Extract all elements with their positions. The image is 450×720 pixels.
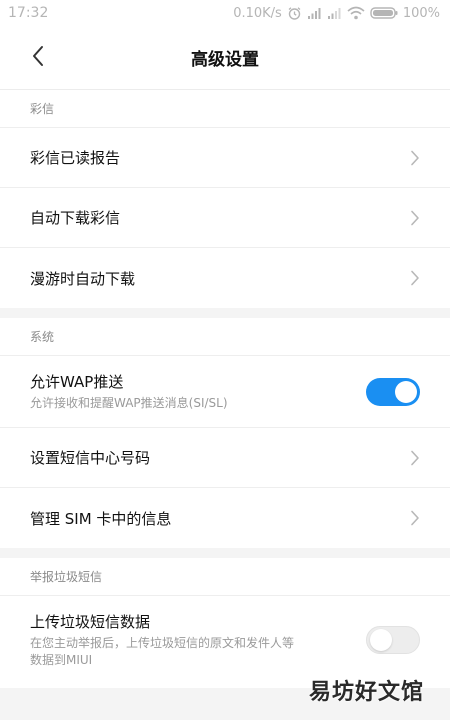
back-button[interactable] <box>24 44 52 72</box>
header: 高级设置 <box>0 26 450 90</box>
sms-center-number-item[interactable]: 设置短信中心号码 <box>0 428 450 488</box>
chevron-right-icon <box>410 270 420 290</box>
network-speed: 0.10K/s <box>233 5 282 21</box>
mms-auto-download-item[interactable]: 自动下载彩信 <box>0 188 450 248</box>
mms-roaming-download-item[interactable]: 漫游时自动下载 <box>0 248 450 308</box>
item-label: 上传垃圾短信数据 <box>30 613 151 631</box>
section-label-spam: 举报垃圾短信 <box>0 558 450 596</box>
item-label: 设置短信中心号码 <box>30 449 151 467</box>
item-description: 在您主动举报后，上传垃圾短信的原文和发件人等数据到MIUI <box>30 636 295 667</box>
chevron-right-icon <box>410 150 420 170</box>
toggle-knob <box>370 629 392 651</box>
item-label: 漫游时自动下载 <box>30 269 136 288</box>
wap-push-toggle[interactable] <box>366 377 420 406</box>
signal-icon <box>307 7 322 20</box>
item-label: 管理 SIM 卡中的信息 <box>30 509 172 528</box>
status-bar: 17:32 0.10K/s 100% <box>0 0 450 26</box>
chevron-left-icon <box>31 45 45 71</box>
chevron-right-icon <box>410 450 420 470</box>
section-divider <box>0 308 450 318</box>
wifi-icon <box>347 6 365 20</box>
item-label: 自动下载彩信 <box>30 209 121 227</box>
upload-spam-toggle[interactable] <box>366 626 420 654</box>
page-title: 高级设置 <box>191 50 259 70</box>
signal-2-icon <box>327 7 342 20</box>
status-time: 17:32 <box>8 5 49 21</box>
section-label-system: 系统 <box>0 318 450 356</box>
section-divider <box>0 548 450 558</box>
wap-push-item[interactable]: 允许WAP推送 允许接收和提醒WAP推送消息(SI/SL) <box>0 356 450 428</box>
mms-read-report-item[interactable]: 彩信已读报告 <box>0 128 450 188</box>
alarm-icon <box>287 6 302 21</box>
battery-icon <box>370 6 398 20</box>
section-label-mms: 彩信 <box>0 90 450 128</box>
toggle-knob <box>395 380 417 403</box>
sim-messages-item[interactable]: 管理 SIM 卡中的信息 <box>0 488 450 548</box>
upload-spam-data-item[interactable]: 上传垃圾短信数据 在您主动举报后，上传垃圾短信的原文和发件人等数据到MIUI <box>0 596 450 684</box>
battery-level: 100% <box>402 5 440 21</box>
item-label: 允许WAP推送 <box>30 373 124 391</box>
item-label: 彩信已读报告 <box>30 149 121 167</box>
item-description: 允许接收和提醒WAP推送消息(SI/SL) <box>30 396 228 410</box>
watermark: 易坊好文馆 <box>308 680 424 705</box>
status-icons: 0.10K/s 100% <box>233 6 440 21</box>
chevron-right-icon <box>410 510 420 530</box>
chevron-right-icon <box>410 210 420 230</box>
